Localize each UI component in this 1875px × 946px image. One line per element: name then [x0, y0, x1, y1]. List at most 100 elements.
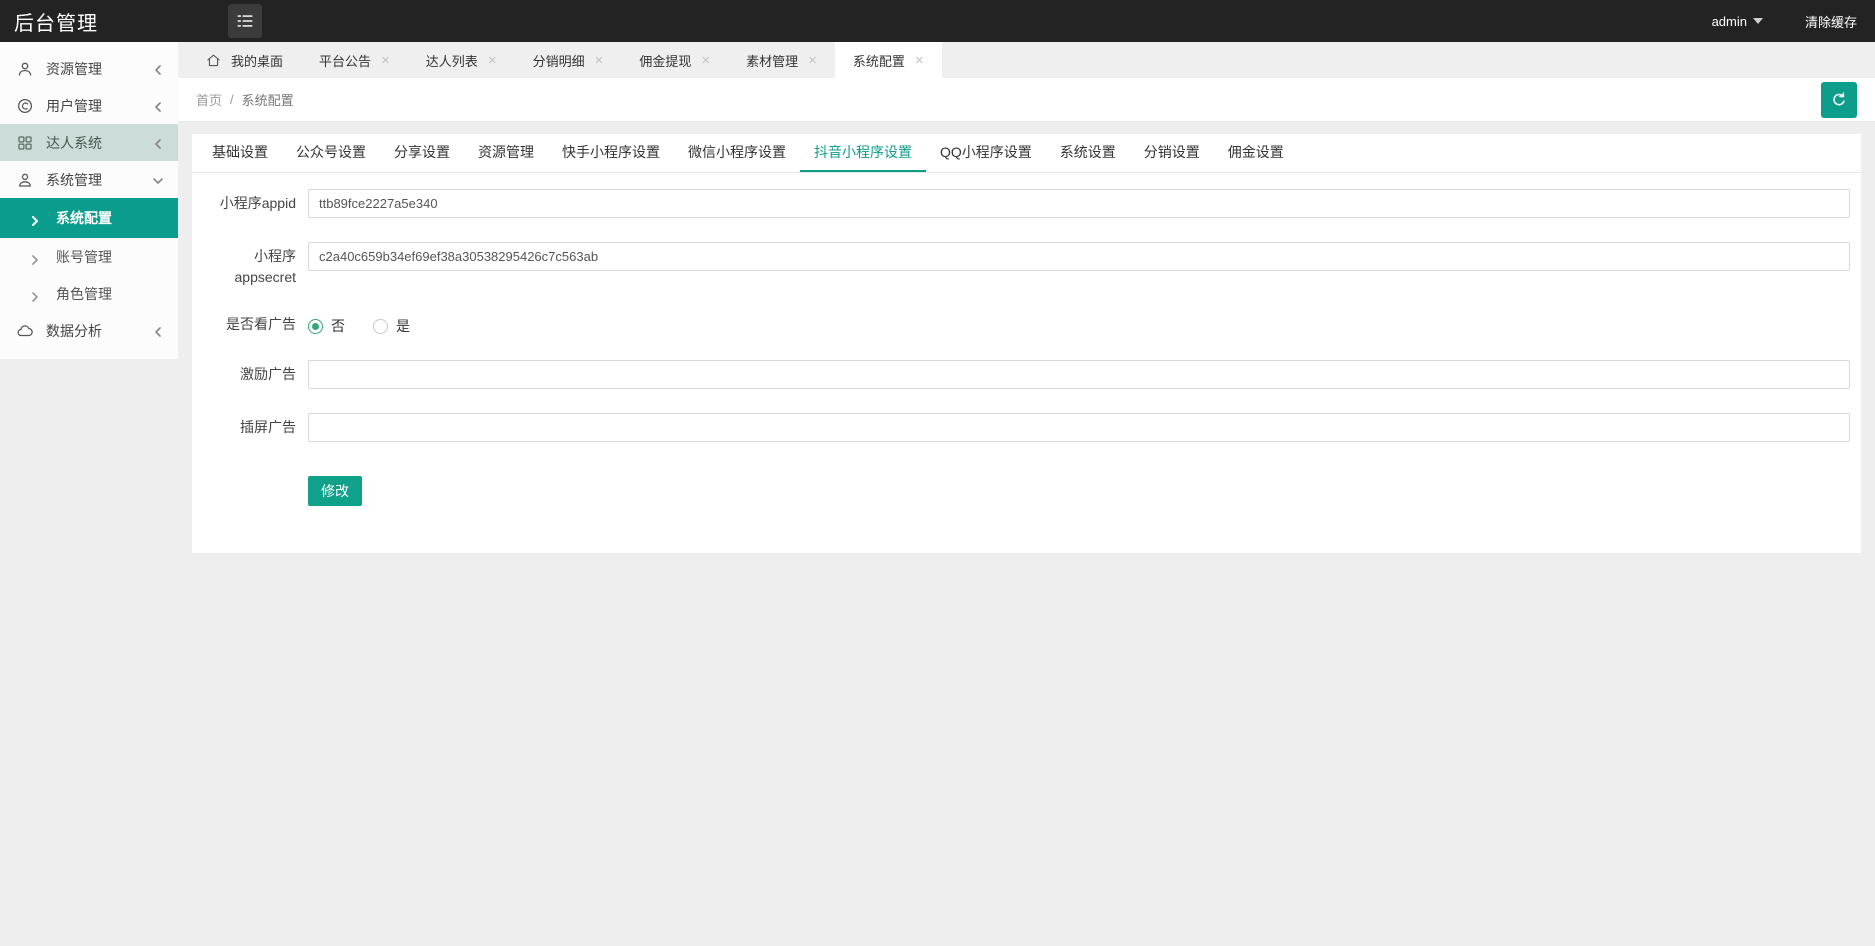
settings-panel: 基础设置 公众号设置 分享设置 资源管理 快手小程序设置 微信小程序设置 抖音小… — [192, 134, 1861, 553]
tab-label: 分销明细 — [533, 51, 585, 70]
radio-icon — [373, 319, 388, 334]
breadcrumb-home-link[interactable]: 首页 — [196, 90, 222, 109]
topbar-right: admin 清除缓存 — [1712, 12, 1875, 31]
radio-label: 是 — [396, 316, 410, 336]
tab-distribution-detail[interactable]: 分销明细 × — [515, 42, 622, 78]
close-icon[interactable]: × — [915, 53, 924, 68]
submit-button[interactable]: 修改 — [308, 476, 362, 506]
tab-commission-withdraw[interactable]: 佣金提现 × — [621, 42, 728, 78]
sidebar-item-label: 数据分析 — [46, 321, 152, 341]
breadcrumb-current: 系统配置 — [242, 90, 294, 109]
menu-list-icon — [235, 12, 255, 30]
close-icon[interactable]: × — [381, 53, 390, 68]
tab-talent-list[interactable]: 达人列表 × — [408, 42, 515, 78]
radio-icon — [308, 319, 323, 334]
tab-basic-settings[interactable]: 基础设置 — [198, 134, 282, 172]
sidebar-item-label: 用户管理 — [46, 96, 152, 116]
sidebar-subitem-system-config[interactable]: 系统配置 — [0, 198, 178, 238]
form-row-submit: 修改 — [192, 476, 1861, 506]
tab-label: 系统配置 — [853, 51, 905, 70]
tab-material-mgmt[interactable]: 素材管理 × — [728, 42, 835, 78]
sidebar-item-user-mgmt[interactable]: 用户管理 — [0, 87, 178, 124]
close-icon[interactable]: × — [701, 53, 710, 68]
radio-label: 否 — [331, 316, 345, 336]
sidebar-item-talent-system[interactable]: 达人系统 — [0, 124, 178, 161]
form-row-appid: 小程序appid — [192, 189, 1861, 218]
arrow-right-icon — [30, 252, 40, 262]
appsecret-label: 小程序appsecret — [200, 242, 296, 290]
reward-ad-input[interactable] — [308, 360, 1850, 389]
user-icon — [16, 171, 34, 189]
douyin-miniapp-form: 小程序appid 小程序appsecret 是否看广告 — [192, 173, 1861, 506]
form-row-interstitial-ad: 插屏广告 — [192, 413, 1861, 442]
sidebar-subitem-role-mgmt[interactable]: 角色管理 — [0, 275, 178, 312]
sidebar-item-data-analysis[interactable]: 数据分析 — [0, 312, 178, 349]
sidebar-item-label: 资源管理 — [46, 59, 152, 79]
interstitial-ad-input[interactable] — [308, 413, 1850, 442]
interstitial-ad-label: 插屏广告 — [200, 413, 296, 442]
tab-system-settings[interactable]: 系统设置 — [1046, 134, 1130, 172]
appid-input[interactable] — [308, 189, 1850, 218]
reward-ad-label: 激励广告 — [200, 360, 296, 389]
sidebar-subitem-label: 账号管理 — [56, 247, 112, 267]
tab-douyin-miniapp-settings[interactable]: 抖音小程序设置 — [800, 134, 926, 172]
tab-wechat-miniapp-settings[interactable]: 微信小程序设置 — [674, 134, 800, 172]
appsecret-input[interactable] — [308, 242, 1850, 271]
sidebar: 资源管理 用户管理 达人系统 — [0, 42, 178, 359]
tab-kuaishou-miniapp-settings[interactable]: 快手小程序设置 — [548, 134, 674, 172]
chevron-down-icon — [1753, 18, 1763, 24]
content-area: 我的桌面 平台公告 × 达人列表 × 分销明细 × 佣金提现 × 素材管理 × — [178, 42, 1875, 946]
tab-distribution-settings[interactable]: 分销设置 — [1130, 134, 1214, 172]
arrow-right-icon — [30, 289, 40, 299]
person-icon — [16, 60, 34, 78]
tab-label: 佣金提现 — [639, 51, 691, 70]
chevron-down-icon — [152, 174, 164, 186]
sidebar-subitem-label: 角色管理 — [56, 284, 112, 304]
sidebar-toggle-button[interactable] — [228, 4, 262, 38]
sidebar-item-resource-mgmt[interactable]: 资源管理 — [0, 50, 178, 87]
close-icon[interactable]: × — [595, 53, 604, 68]
tab-resource-mgmt[interactable]: 资源管理 — [464, 134, 548, 172]
refresh-icon — [1830, 91, 1848, 109]
watch-ad-label: 是否看广告 — [200, 314, 296, 336]
radio-option-yes[interactable]: 是 — [373, 316, 410, 336]
form-row-watch-ad: 是否看广告 否 是 — [192, 314, 1861, 336]
appid-label: 小程序appid — [200, 189, 296, 218]
breadcrumb-separator: / — [230, 92, 234, 107]
sidebar-subitem-account-mgmt[interactable]: 账号管理 — [0, 238, 178, 275]
tab-label: 平台公告 — [319, 51, 371, 70]
tab-qq-miniapp-settings[interactable]: QQ小程序设置 — [926, 134, 1046, 172]
tab-official-account-settings[interactable]: 公众号设置 — [282, 134, 380, 172]
tab-share-settings[interactable]: 分享设置 — [380, 134, 464, 172]
refresh-button[interactable] — [1821, 82, 1857, 118]
sidebar-item-label: 达人系统 — [46, 133, 152, 153]
chevron-left-icon — [152, 137, 164, 149]
arrow-right-icon — [30, 213, 40, 223]
tab-my-desktop[interactable]: 我的桌面 — [188, 42, 301, 78]
breadcrumb-bar: 首页 / 系统配置 — [178, 78, 1875, 122]
home-icon — [206, 53, 221, 68]
close-icon[interactable]: × — [808, 53, 817, 68]
sidebar-item-label: 系统管理 — [46, 170, 152, 190]
close-icon[interactable]: × — [488, 53, 497, 68]
topbar: 后台管理 admin 清除缓存 — [0, 0, 1875, 42]
form-row-reward-ad: 激励广告 — [192, 360, 1861, 389]
sidebar-item-system-mgmt[interactable]: 系统管理 — [0, 161, 178, 198]
cloud-icon — [16, 322, 34, 340]
grid-icon — [16, 134, 34, 152]
tab-platform-notice[interactable]: 平台公告 × — [301, 42, 408, 78]
radio-option-no[interactable]: 否 — [308, 316, 345, 336]
tab-system-config[interactable]: 系统配置 × — [835, 42, 942, 78]
user-dropdown[interactable]: admin — [1712, 14, 1763, 29]
username: admin — [1712, 14, 1747, 29]
tab-label: 我的桌面 — [231, 51, 283, 70]
tab-label: 素材管理 — [746, 51, 798, 70]
user-circle-icon — [16, 97, 34, 115]
breadcrumb: 首页 / 系统配置 — [196, 90, 294, 109]
sidebar-subitem-label: 系统配置 — [56, 208, 112, 228]
tab-commission-settings[interactable]: 佣金设置 — [1214, 134, 1298, 172]
clear-cache-button[interactable]: 清除缓存 — [1805, 12, 1857, 31]
watch-ad-radio-group: 否 是 — [308, 314, 410, 336]
tab-label: 达人列表 — [426, 51, 478, 70]
app-title: 后台管理 — [0, 7, 178, 36]
